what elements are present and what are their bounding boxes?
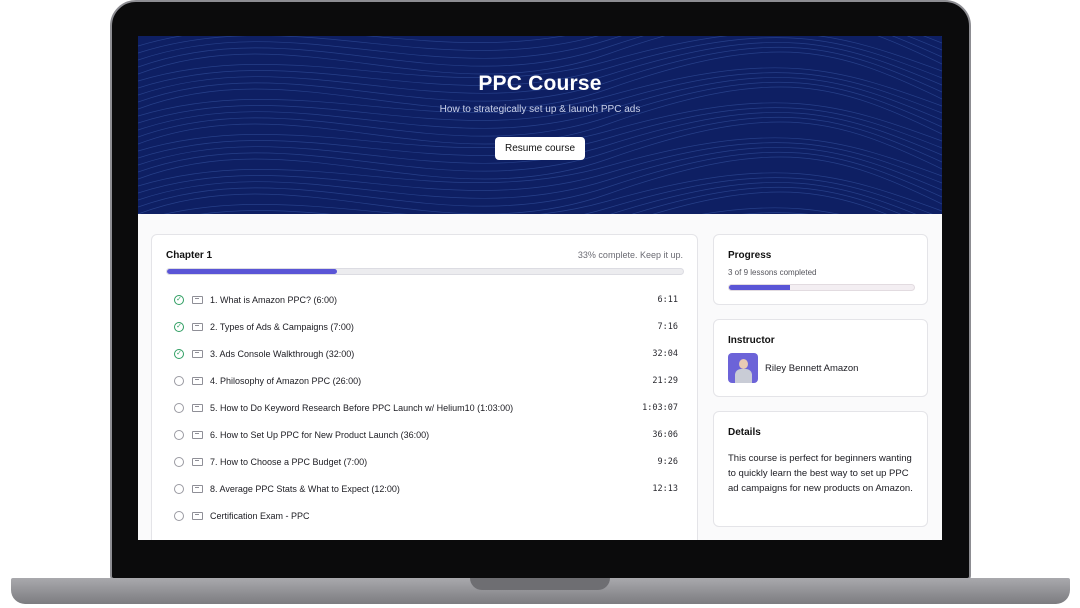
lesson-row[interactable]: 7. How to Choose a PPC Budget (7:00) 9:26 bbox=[166, 448, 684, 475]
video-icon bbox=[192, 484, 203, 493]
resume-course-button[interactable]: Resume course bbox=[494, 137, 586, 160]
overall-progress-fill bbox=[729, 285, 791, 290]
check-circle-icon: ✓ bbox=[174, 321, 184, 332]
empty-circle-icon bbox=[174, 429, 184, 440]
video-icon bbox=[192, 295, 203, 304]
lesson-title: 1. What is Amazon PPC? (6:00) bbox=[210, 294, 338, 305]
lesson-duration: 21:29 bbox=[652, 375, 678, 386]
course-title: PPC Course bbox=[478, 72, 602, 95]
lesson-duration: 9:26 bbox=[657, 456, 678, 467]
instructor-title: Instructor bbox=[728, 335, 775, 346]
lesson-title: 8. Average PPC Stats & What to Expect (1… bbox=[210, 483, 400, 494]
progress-card: Progress 3 of 9 lessons completed bbox=[713, 234, 928, 305]
chapter-progress-fill bbox=[167, 269, 338, 274]
lesson-row[interactable]: 8. Average PPC Stats & What to Expect (1… bbox=[166, 475, 684, 502]
course-page: PPC Course How to strategically set up &… bbox=[138, 36, 942, 540]
lesson-title: 3. Ads Console Walkthrough (32:00) bbox=[210, 348, 355, 359]
lesson-row[interactable]: ✓ 2. Types of Ads & Campaigns (7:00) 7:16 bbox=[166, 313, 684, 340]
progress-summary: 3 of 9 lessons completed bbox=[728, 268, 817, 277]
instructor-name[interactable]: Riley Bennett Amazon bbox=[765, 363, 858, 374]
lesson-duration: 6:11 bbox=[657, 294, 678, 305]
lesson-title: Certification Exam - PPC bbox=[210, 510, 310, 521]
laptop-mockup: PPC Course How to strategically set up &… bbox=[0, 0, 1080, 608]
lesson-title: 6. How to Set Up PPC for New Product Lau… bbox=[210, 429, 430, 440]
lesson-title: 4. Philosophy of Amazon PPC (26:00) bbox=[210, 375, 362, 386]
lesson-title: 2. Types of Ads & Campaigns (7:00) bbox=[210, 321, 354, 332]
avatar-head bbox=[739, 359, 748, 369]
video-icon bbox=[192, 457, 203, 466]
video-icon bbox=[192, 403, 203, 412]
empty-circle-icon bbox=[174, 510, 184, 521]
instructor-card: Instructor Riley Bennett Amazon bbox=[713, 319, 928, 397]
empty-circle-icon bbox=[174, 483, 184, 494]
video-icon bbox=[192, 322, 203, 331]
check-circle-icon: ✓ bbox=[174, 294, 184, 305]
check-circle-icon: ✓ bbox=[174, 348, 184, 359]
lesson-duration: 36:06 bbox=[652, 429, 678, 440]
lesson-title: 7. How to Choose a PPC Budget (7:00) bbox=[210, 456, 368, 467]
lesson-title: 5. How to Do Keyword Research Before PPC… bbox=[210, 402, 514, 413]
instructor-avatar[interactable] bbox=[728, 353, 758, 383]
lesson-duration: 32:04 bbox=[652, 348, 678, 359]
details-title: Details bbox=[728, 427, 761, 438]
chapter-status: 33% complete. Keep it up. bbox=[577, 250, 683, 260]
lesson-row[interactable]: 6. How to Set Up PPC for New Product Lau… bbox=[166, 421, 684, 448]
lesson-list: ✓ 1. What is Amazon PPC? (6:00) 6:11 ✓ 2. Ty… bbox=[166, 286, 684, 529]
details-card: Details This course is perfect for begin… bbox=[713, 411, 928, 527]
video-icon bbox=[192, 430, 203, 439]
avatar-body bbox=[735, 369, 752, 383]
details-text: This course is perfect for beginners wan… bbox=[728, 453, 913, 494]
chapter-title: Chapter 1 bbox=[166, 250, 213, 261]
laptop-notch bbox=[470, 578, 610, 590]
video-icon bbox=[192, 376, 203, 385]
chapter-progress-bar bbox=[166, 268, 684, 275]
course-hero: PPC Course How to strategically set up &… bbox=[138, 36, 942, 214]
empty-circle-icon bbox=[174, 375, 184, 386]
course-subtitle: How to strategically set up & launch PPC… bbox=[439, 104, 641, 115]
lesson-duration: 1:03:07 bbox=[642, 402, 678, 413]
chapter-card: Chapter 1 33% complete. Keep it up. ✓ 1. … bbox=[151, 234, 698, 540]
lesson-row[interactable]: 5. How to Do Keyword Research Before PPC… bbox=[166, 394, 684, 421]
exam-icon bbox=[192, 511, 203, 520]
overall-progress-bar bbox=[728, 284, 915, 291]
video-icon bbox=[192, 349, 203, 358]
empty-circle-icon bbox=[174, 456, 184, 467]
course-content: Chapter 1 33% complete. Keep it up. ✓ 1. … bbox=[138, 214, 942, 540]
lesson-row[interactable]: Certification Exam - PPC bbox=[166, 502, 684, 529]
lesson-row[interactable]: 4. Philosophy of Amazon PPC (26:00) 21:29 bbox=[166, 367, 684, 394]
lesson-duration: 12:13 bbox=[652, 483, 678, 494]
lesson-row[interactable]: ✓ 3. Ads Console Walkthrough (32:00) 32:04 bbox=[166, 340, 684, 367]
lesson-row[interactable]: ✓ 1. What is Amazon PPC? (6:00) 6:11 bbox=[166, 286, 684, 313]
lesson-duration: 7:16 bbox=[657, 321, 678, 332]
empty-circle-icon bbox=[174, 402, 184, 413]
progress-title: Progress bbox=[728, 250, 772, 261]
